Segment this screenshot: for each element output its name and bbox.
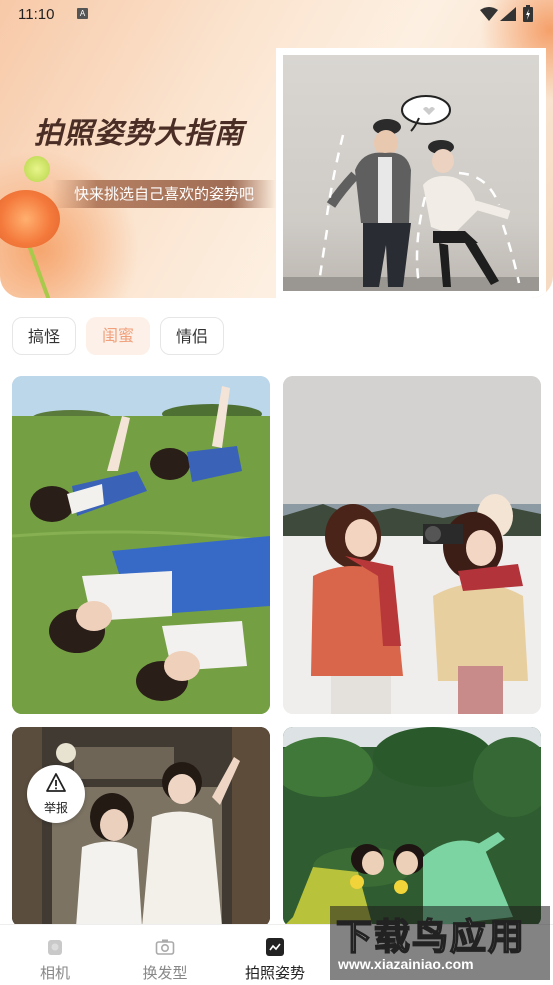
notification-a-icon: A [77, 8, 88, 19]
pose-photo-card[interactable] [283, 376, 541, 714]
nav-camera-label: 相机 [39, 964, 70, 982]
pose-photo-forest-girls [283, 727, 541, 927]
warning-icon [46, 773, 66, 792]
nav-change-hairstyle[interactable]: 换发型 [110, 925, 220, 985]
pose-photo-card[interactable] [283, 727, 541, 927]
wifi-icon [480, 7, 498, 21]
pose-photo-doorway-girls [12, 727, 270, 927]
watermark-url: www.xiazainiao.com [338, 956, 474, 972]
banner-couple-photo [283, 55, 539, 291]
pose-photo-card[interactable] [12, 376, 270, 714]
watermark-logo: 下载鸟应用 www.xiazainiao.com [330, 906, 550, 980]
nav-photo-poses[interactable]: 拍照姿势 [220, 925, 330, 985]
pose-photo-snow-girls [283, 376, 541, 714]
report-button[interactable]: 举报 [27, 765, 85, 823]
flower-bud-decoration [24, 156, 50, 182]
pose-icon [266, 938, 284, 956]
banner-title: 拍照姿势大指南 [34, 116, 245, 150]
camera-icon [48, 940, 62, 955]
signal-icon [500, 7, 516, 21]
tab-funny[interactable]: 搞怪 [12, 317, 76, 355]
tab-besties[interactable]: 闺蜜 [86, 317, 150, 355]
nav-photo-poses-label: 拍照姿势 [244, 964, 305, 982]
banner-photo-frame [276, 48, 546, 298]
couple-pose-illustration [283, 95, 539, 291]
photo-camera-icon [155, 939, 175, 955]
hero-banner[interactable]: 拍照姿势大指南 快来挑选自己喜欢的姿势吧 [0, 0, 553, 298]
nav-camera[interactable]: 相机 [0, 925, 110, 985]
banner-subtitle: 快来挑选自己喜欢的姿势吧 [52, 180, 277, 208]
status-bar: 11:10 A [0, 0, 553, 30]
tab-couple[interactable]: 情侣 [160, 317, 224, 355]
battery-icon [523, 5, 533, 22]
status-time: 11:10 [18, 6, 55, 23]
pose-photo-grass-girls [12, 376, 270, 714]
nav-change-hairstyle-label: 换发型 [142, 964, 188, 982]
watermark-title: 下载鸟应用 [335, 916, 527, 959]
pose-photo-card[interactable] [12, 727, 270, 927]
report-label: 举报 [43, 801, 68, 815]
